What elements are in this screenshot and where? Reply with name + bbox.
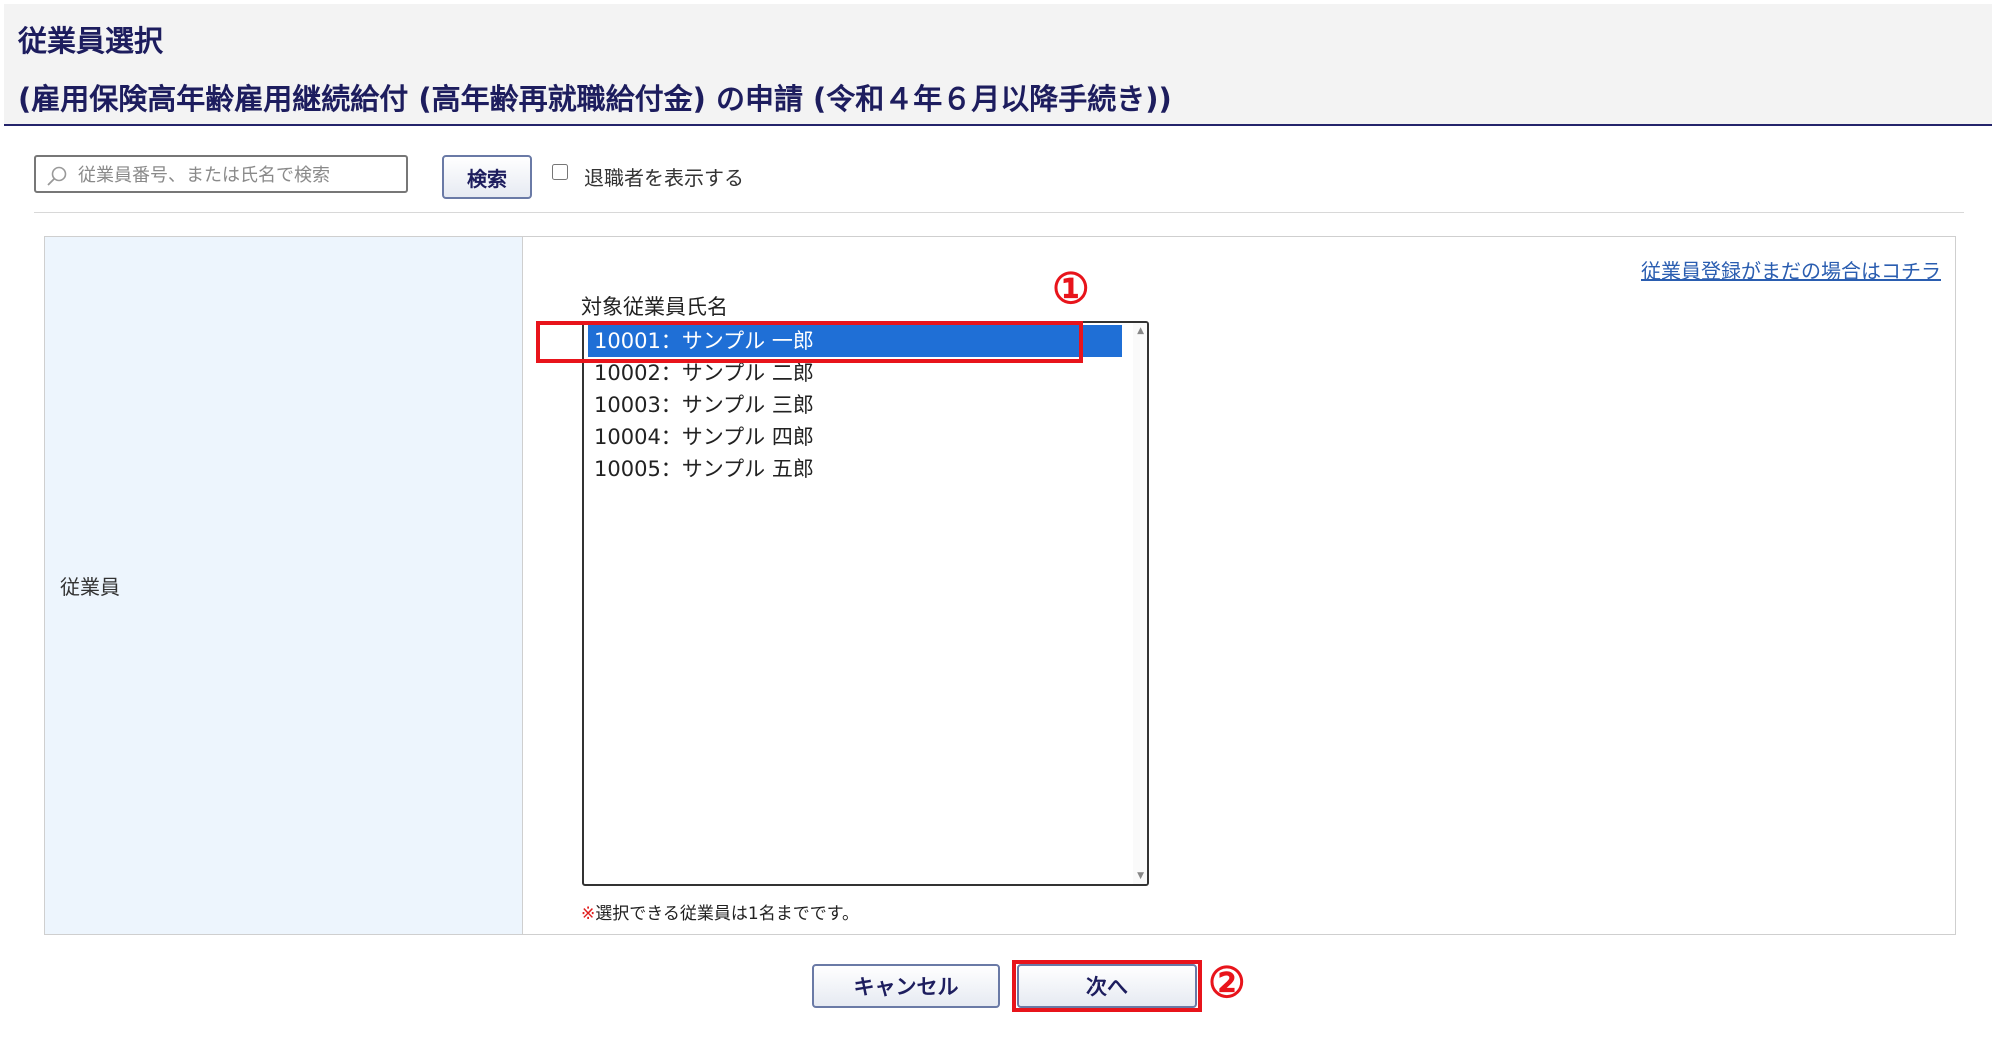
cancel-button[interactable]: キャンセル (812, 964, 1000, 1008)
employee-list-label: 対象従業員氏名 (581, 295, 728, 319)
search-button[interactable]: 検索 (442, 155, 532, 199)
field-label-employee: 従業員 (60, 575, 120, 599)
note-text: 選択できる従業員は1名までです。 (595, 904, 860, 924)
scroll-up-arrow-icon[interactable]: ▲ (1137, 326, 1144, 336)
listbox-scrollbar[interactable]: ▲ ▼ (1133, 323, 1147, 884)
show-retired-checkbox[interactable] (552, 164, 568, 180)
employee-listbox[interactable]: 10001：サンプル 一郎 10002：サンプル 二郎 10003：サンプル 三… (582, 321, 1149, 886)
callout-number-2: ② (1208, 958, 1246, 1007)
employee-option[interactable]: 10005：サンプル 五郎 (588, 453, 1122, 485)
register-employee-link[interactable]: 従業員登録がまだの場合はコチラ (1641, 255, 1941, 284)
field-label-cell: 従業員 (45, 237, 523, 934)
employee-option[interactable]: 10004：サンプル 四郎 (588, 421, 1122, 453)
page-header: 従業員選択 (雇用保険高年齢雇用継続給付 (高年齢再就職給付金) の申請 (令和… (4, 4, 1992, 126)
page-title: 従業員選択 (18, 24, 164, 58)
search-box[interactable] (34, 155, 408, 193)
selection-note: ※選択できる従業員は1名までです。 (581, 899, 859, 924)
show-retired-label: 退職者を表示する (584, 166, 744, 190)
search-input[interactable] (76, 160, 400, 190)
note-mark: ※ (581, 904, 596, 924)
search-icon (47, 166, 67, 186)
scroll-down-arrow-icon[interactable]: ▼ (1137, 871, 1144, 881)
callout-number-1: ① (1052, 264, 1090, 313)
divider (34, 212, 1964, 213)
page-subtitle: (雇用保険高年齢雇用継続給付 (高年齢再就職給付金) の申請 (令和４年６月以降… (18, 82, 1172, 116)
employee-option[interactable]: 10003：サンプル 三郎 (588, 389, 1122, 421)
highlight-box-2 (1012, 960, 1202, 1012)
highlight-box-1 (536, 321, 1083, 363)
